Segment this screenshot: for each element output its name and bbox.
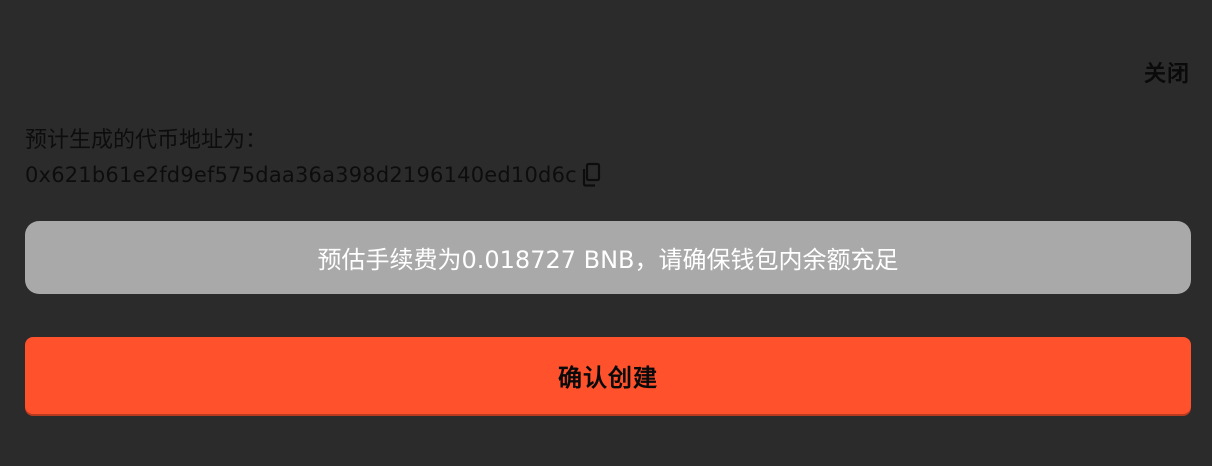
confirm-create-label: 确认创建: [558, 364, 658, 392]
address-row: 0x621b61e2fd9ef575daa36a398d2196140ed10d…: [25, 160, 603, 190]
address-label: 预计生成的代币地址为：: [25, 128, 268, 153]
fee-notice-text: 预估手续费为0.018727 BNB，请确保钱包内余额充足: [317, 246, 899, 274]
confirm-create-button[interactable]: 确认创建: [25, 337, 1191, 414]
token-address-value: 0x621b61e2fd9ef575daa36a398d2196140ed10d…: [25, 163, 577, 187]
fee-notice-banner: 预估手续费为0.018727 BNB，请确保钱包内余额充足: [25, 221, 1191, 294]
create-token-dialog: 关闭 预计生成的代币地址为： 0x621b61e2fd9ef575daa36a3…: [0, 0, 1212, 466]
copy-icon[interactable]: [579, 162, 603, 188]
close-button[interactable]: 关闭: [1144, 56, 1190, 88]
